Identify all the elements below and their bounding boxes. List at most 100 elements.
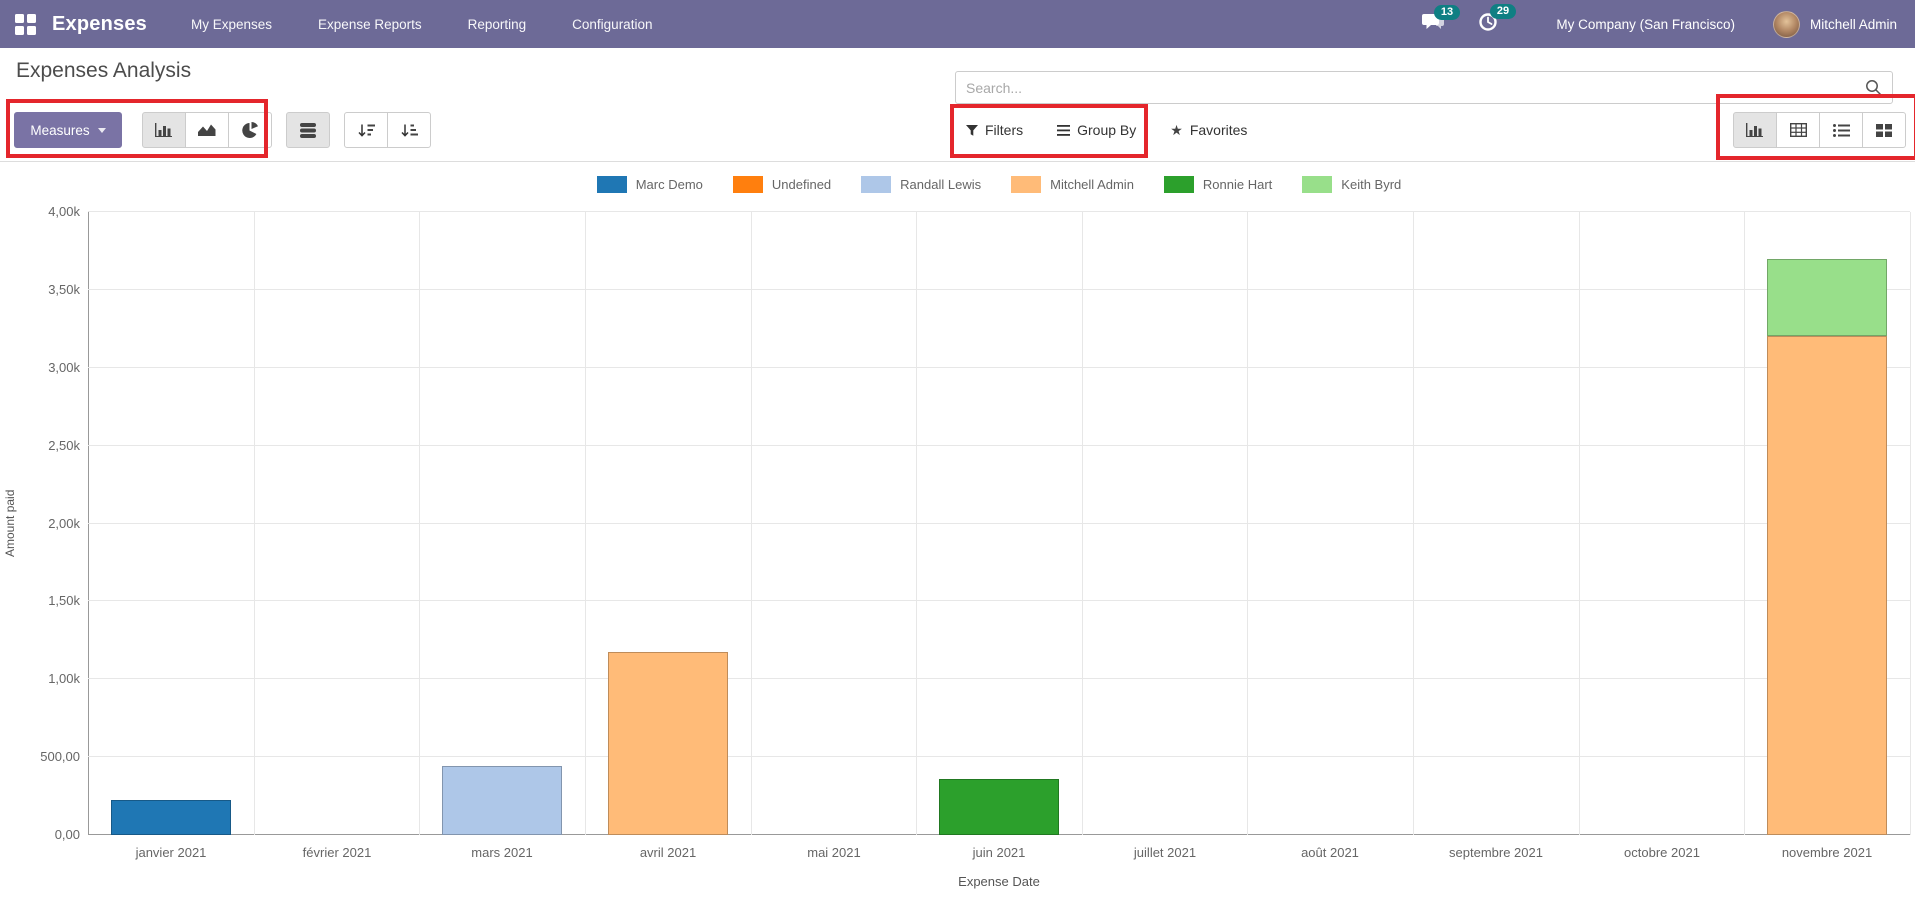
user-avatar[interactable]	[1773, 11, 1800, 38]
legend-swatch	[1164, 176, 1194, 193]
control-panel: Expenses Analysis Measures	[0, 48, 1915, 162]
h-gridline	[88, 523, 1910, 524]
bar-segment[interactable]	[939, 779, 1059, 835]
filters-button[interactable]: Filters	[966, 122, 1023, 138]
v-gridline	[1247, 212, 1248, 835]
legend-swatch	[1011, 176, 1041, 193]
legend-label: Undefined	[772, 177, 831, 192]
v-gridline	[585, 212, 586, 835]
area-chart-button[interactable]	[185, 112, 229, 148]
pie-chart-icon	[242, 122, 259, 139]
v-gridline	[1082, 212, 1083, 835]
bar-segment[interactable]	[608, 652, 728, 835]
menu-configuration[interactable]: Configuration	[572, 17, 652, 32]
bar-segment[interactable]	[442, 766, 562, 835]
app-brand[interactable]: Expenses	[52, 13, 147, 36]
kanban-view-icon	[1876, 124, 1892, 137]
stacked-toggle-button[interactable]	[286, 112, 330, 148]
legend-item[interactable]: Ronnie Hart	[1164, 176, 1272, 193]
x-tick-label: mars 2021	[419, 845, 585, 860]
v-gridline	[1579, 212, 1580, 835]
x-tick-label: août 2021	[1247, 845, 1413, 860]
bar-chart-button[interactable]	[142, 112, 186, 148]
v-gridline	[1744, 212, 1745, 835]
legend-label: Randall Lewis	[900, 177, 981, 192]
y-tick-label: 3,00k	[8, 360, 80, 375]
x-axis-title: Expense Date	[88, 874, 1910, 889]
view-list-button[interactable]	[1819, 112, 1863, 148]
y-tick-label: 2,00k	[8, 516, 80, 531]
v-gridline	[1910, 212, 1911, 835]
legend-item[interactable]: Mitchell Admin	[1011, 176, 1134, 193]
h-gridline	[88, 211, 1910, 212]
view-switcher	[1733, 112, 1906, 148]
graph-view-icon	[1746, 123, 1764, 137]
y-tick-label: 0,00	[8, 827, 80, 842]
x-tick-label: septembre 2021	[1413, 845, 1579, 860]
legend-label: Mitchell Admin	[1050, 177, 1134, 192]
apps-menu-icon[interactable]	[15, 14, 36, 35]
company-switcher[interactable]: My Company (San Francisco)	[1556, 17, 1735, 32]
filters-label: Filters	[985, 122, 1023, 138]
search-icon[interactable]	[1865, 79, 1882, 96]
menu-expense-reports[interactable]: Expense Reports	[318, 17, 422, 32]
group-by-button[interactable]: Group By	[1057, 122, 1136, 138]
view-kanban-button[interactable]	[1862, 112, 1906, 148]
legend-item[interactable]: Keith Byrd	[1302, 176, 1401, 193]
pivot-view-icon	[1790, 123, 1807, 137]
pie-chart-button[interactable]	[228, 112, 272, 148]
search-options: Filters Group By ★ Favorites	[966, 112, 1247, 148]
v-gridline	[1413, 212, 1414, 835]
v-gridline	[254, 212, 255, 835]
activities-badge: 29	[1490, 4, 1515, 19]
view-graph-button[interactable]	[1733, 112, 1777, 148]
h-gridline	[88, 289, 1910, 290]
sort-ascending-button[interactable]	[387, 112, 431, 148]
x-tick-label: juin 2021	[916, 845, 1082, 860]
h-gridline	[88, 678, 1910, 679]
x-tick-label: octobre 2021	[1579, 845, 1745, 860]
x-tick-label: novembre 2021	[1744, 845, 1910, 860]
h-gridline	[88, 445, 1910, 446]
legend-item[interactable]: Undefined	[733, 176, 831, 193]
legend-swatch	[733, 176, 763, 193]
top-navbar: Expenses My Expenses Expense Reports Rep…	[0, 0, 1915, 48]
navbar-right: 13 29 My Company (San Francisco) Mitchel…	[1422, 11, 1915, 38]
bar-segment[interactable]	[1767, 336, 1887, 835]
y-tick-label: 3,50k	[8, 282, 80, 297]
y-tick-label: 2,50k	[8, 438, 80, 453]
area-chart-icon	[198, 123, 216, 137]
favorites-button[interactable]: ★ Favorites	[1170, 122, 1247, 139]
bar-segment[interactable]	[111, 800, 231, 835]
menu-reporting[interactable]: Reporting	[468, 17, 527, 32]
legend-label: Ronnie Hart	[1203, 177, 1272, 192]
y-tick-label: 1,50k	[8, 593, 80, 608]
filter-icon	[966, 125, 978, 136]
user-menu[interactable]: Mitchell Admin	[1810, 17, 1897, 32]
activities-button[interactable]: 29	[1478, 12, 1498, 37]
x-tick-label: avril 2021	[585, 845, 751, 860]
legend-label: Keith Byrd	[1341, 177, 1401, 192]
legend-item[interactable]: Marc Demo	[597, 176, 703, 193]
legend-swatch	[861, 176, 891, 193]
measures-button[interactable]: Measures	[14, 112, 122, 148]
messages-button[interactable]: 13	[1422, 13, 1444, 36]
measures-label: Measures	[30, 123, 89, 138]
v-gridline	[419, 212, 420, 835]
legend-item[interactable]: Randall Lewis	[861, 176, 981, 193]
page-title: Expenses Analysis	[16, 59, 191, 83]
bar-segment[interactable]	[1767, 259, 1887, 336]
sort-descending-button[interactable]	[344, 112, 388, 148]
plot-area: janvier 2021février 2021mars 2021avril 2…	[88, 212, 1910, 835]
bar-chart-icon	[155, 123, 173, 137]
view-pivot-button[interactable]	[1776, 112, 1820, 148]
y-axis-line	[88, 212, 89, 835]
menu-my-expenses[interactable]: My Expenses	[191, 17, 272, 32]
search-bar	[955, 71, 1893, 104]
expenses-analysis-chart: Marc Demo Undefined Randall Lewis Mitchell …	[0, 162, 1915, 901]
search-input[interactable]	[956, 80, 1865, 96]
group-by-label: Group By	[1077, 122, 1136, 138]
x-tick-label: mai 2021	[751, 845, 917, 860]
v-gridline	[916, 212, 917, 835]
v-gridline	[751, 212, 752, 835]
